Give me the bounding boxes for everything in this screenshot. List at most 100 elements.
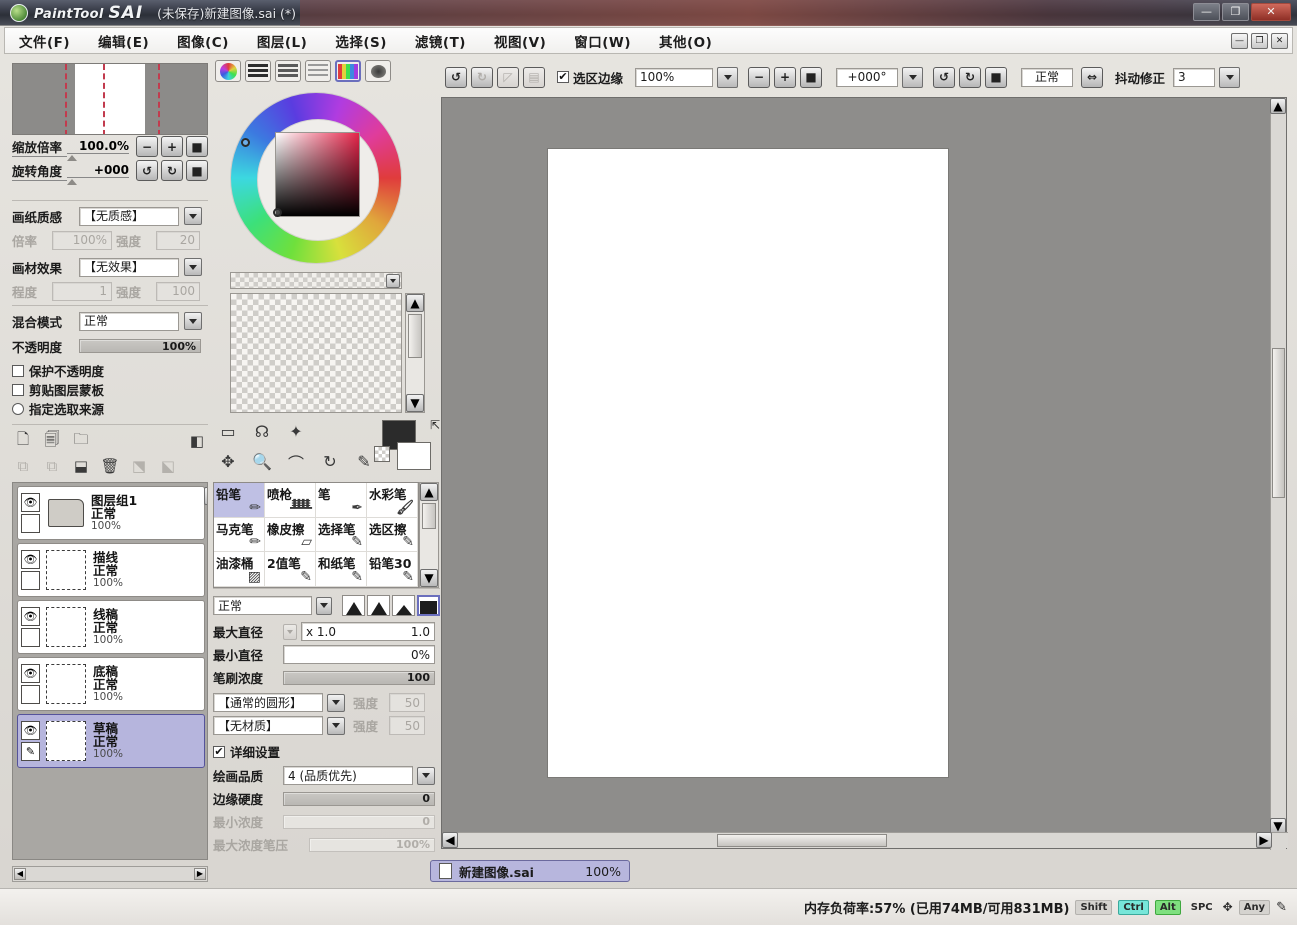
saturation-value-square[interactable] [275, 132, 360, 217]
gradient-strip[interactable] [230, 272, 402, 289]
menu-image[interactable]: 图像(C) [163, 28, 243, 54]
canvas-rotate-reset-button[interactable]: ■ [985, 66, 1008, 88]
lasso-select-tool-icon[interactable]: ☊ [247, 418, 277, 445]
menu-edit[interactable]: 编辑(E) [84, 28, 163, 54]
doc-minimize-button[interactable]: — [1231, 32, 1248, 49]
brush-cell-pencil[interactable]: 铅笔 ✏ [214, 483, 265, 518]
eye-icon[interactable]: 👁 [21, 664, 40, 683]
brush-shape-select[interactable]: 【通常的圆形】 [213, 693, 323, 712]
canvas-zoom-field[interactable]: 100% [635, 67, 714, 87]
lock-checkbox[interactable] [21, 571, 40, 590]
brush-scroll-thumb[interactable] [422, 503, 436, 529]
brush-cell-washi-pen[interactable]: 和纸笔 ✎ [316, 552, 367, 587]
canvas-zoom-reset-button[interactable]: ■ [800, 66, 823, 88]
transparent-swatch[interactable] [374, 446, 390, 462]
detail-settings-checkbox[interactable] [213, 745, 225, 758]
canvas-viewport[interactable]: ▲ ▼ ◀ ▶ [441, 97, 1288, 850]
opacity-slider[interactable]: 100% [79, 339, 201, 353]
foreground-background-color[interactable]: ⇱ [374, 418, 440, 472]
paste-layer-icon[interactable]: ⧉ [41, 455, 63, 477]
table-row[interactable]: 👁 图层组1 正常 100% ▲ [17, 486, 207, 540]
layer-scroll-up-icon[interactable]: ▲ [204, 487, 207, 505]
brush-cell-binary-pen[interactable]: 2值笔 ✎ [265, 552, 316, 587]
canvas-scroll-left-icon[interactable]: ◀ [442, 832, 458, 848]
rotate-reset-button[interactable]: ■ [186, 160, 208, 181]
background-color-swatch[interactable] [397, 442, 431, 470]
lock-alpha-checkbox[interactable] [12, 364, 24, 377]
brush-cell-pencil30[interactable]: 铅笔30 ✎ [367, 552, 418, 587]
table-row[interactable]: 👁 描线 正常 100% [17, 543, 205, 597]
canvas-scroll-up-icon[interactable]: ▲ [1270, 98, 1286, 114]
rotate-tool-icon[interactable]: ⌒ [281, 448, 311, 475]
table-row[interactable]: 👁 线稿 正常 100% [17, 600, 205, 654]
brush-edge-shape-3[interactable] [392, 595, 415, 616]
paper-texture-select[interactable]: 【无质感】 [79, 206, 179, 226]
redo-button[interactable]: ↻ [471, 66, 493, 88]
new-linework-layer-icon[interactable]: 🗐 [41, 430, 63, 452]
brush-cell-pen[interactable]: 笔 ✒ [316, 483, 367, 518]
zoom-reset-button[interactable]: ■ [186, 136, 208, 157]
canvas-rotate-ccw-button[interactable]: ↺ [933, 66, 956, 88]
edit-pen-icon[interactable]: ✎ [21, 742, 40, 761]
eye-icon[interactable]: 👁 [21, 607, 40, 626]
maximize-button[interactable]: ❐ [1222, 3, 1249, 21]
magic-wand-tool-icon[interactable]: ✦ [281, 418, 311, 445]
tab-scratchpad[interactable] [365, 60, 391, 82]
brush-blend-chevron-down-icon[interactable] [315, 596, 332, 615]
brush-cell-watercolor[interactable]: 水彩笔 🖌 [367, 483, 418, 518]
brush-edge-shape-1[interactable] [342, 595, 365, 616]
rotate-ccw-button[interactable]: ↺ [136, 160, 158, 181]
material-effect-select[interactable]: 【无效果】 [79, 257, 179, 277]
gradient-chevron-down-icon[interactable] [386, 274, 400, 288]
zoom-in-button[interactable]: + [161, 136, 183, 157]
brush-cell-select-pen[interactable]: 选择笔 ✎ [316, 517, 367, 553]
minimize-button[interactable]: — [1193, 3, 1220, 21]
stabilizer-field[interactable]: 3 [1173, 67, 1216, 87]
lock-checkbox[interactable] [21, 685, 40, 704]
document-tab[interactable]: 新建图像.sai 100% [430, 860, 630, 882]
new-layer-icon[interactable]: 🗋 [12, 430, 34, 452]
swatch-scroll-down-icon[interactable]: ▼ [406, 394, 424, 412]
rotate-cw-button[interactable]: ↻ [161, 160, 183, 181]
canvas-zoom-chevron-down-icon[interactable] [717, 66, 739, 88]
sv-marker[interactable] [273, 208, 282, 217]
tab-gradient[interactable] [305, 60, 331, 82]
hand-tool-icon[interactable]: ↻ [315, 448, 345, 475]
brush-cell-eraser[interactable]: 橡皮擦 ▱ [265, 517, 316, 553]
scroll-right-icon[interactable]: ▶ [194, 868, 206, 880]
stabilizer-chevron-down-icon[interactable] [1219, 66, 1241, 88]
flip-mode-field[interactable]: 正常 [1021, 67, 1074, 87]
menu-window[interactable]: 窗口(W) [560, 28, 645, 54]
edge-hardness-slider[interactable]: 0 [283, 791, 435, 806]
select-source-radio[interactable] [12, 402, 24, 415]
menu-filter[interactable]: 滤镜(T) [401, 28, 480, 54]
zoom-tool-icon[interactable]: 🔍 [247, 448, 277, 475]
selection-edge-checkbox[interactable] [557, 71, 569, 83]
brush-blend-mode-select[interactable]: 正常 [213, 596, 312, 615]
brush-cell-airbrush[interactable]: 喷枪 ᚙ [265, 483, 316, 518]
blend-mode-select[interactable]: 正常 [79, 311, 179, 331]
left-panel-hscrollbar[interactable]: ◀ ▶ [12, 866, 208, 882]
eye-icon[interactable]: 👁 [21, 721, 40, 740]
brush-grid-scrollbar[interactable]: ▲ ▼ [419, 482, 439, 588]
doc-close-button[interactable]: ✕ [1271, 32, 1288, 49]
canvas-rotate-cw-button[interactable]: ↻ [959, 66, 982, 88]
eye-icon[interactable]: 👁 [21, 493, 40, 512]
quality-chevron-down-icon[interactable] [417, 766, 435, 785]
material-effect-chevron-down-icon[interactable] [184, 258, 202, 276]
swap-colors-icon[interactable]: ⇱ [430, 418, 440, 432]
tab-palette[interactable] [335, 60, 361, 82]
menu-other[interactable]: 其他(O) [645, 28, 726, 54]
eye-icon[interactable]: 👁 [21, 550, 40, 569]
lock-checkbox[interactable] [21, 628, 40, 647]
layer-list[interactable]: 👁 图层组1 正常 100% ▲ 👁 描线 正常 100% [12, 482, 208, 860]
min-diameter-field[interactable]: 0% [283, 645, 435, 664]
brush-texture-chevron-down-icon[interactable] [327, 716, 345, 735]
hue-marker[interactable] [241, 138, 250, 147]
brush-edge-shape-2[interactable] [367, 595, 390, 616]
new-folder-icon[interactable]: 🗀 [70, 430, 92, 452]
undo-button[interactable]: ↺ [445, 66, 467, 88]
copy-layer-icon[interactable]: ⧉ [12, 455, 34, 477]
max-diameter-field[interactable]: x 1.0 1.0 [301, 622, 435, 641]
toolbar-button-4[interactable]: ▤ [523, 66, 545, 88]
